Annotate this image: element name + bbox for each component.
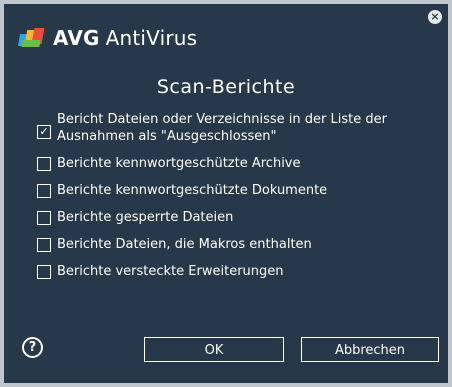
checkbox-report-locked-files[interactable] — [37, 211, 51, 225]
brand-name: AntiVirus — [105, 26, 198, 50]
options-list: ✓ Bericht Dateien oder Verzeichnisse in … — [37, 111, 430, 280]
option-label: Berichte kennwortgeschützte Archive — [57, 156, 301, 171]
app-title: AVG AntiVirus — [53, 26, 197, 50]
option-label: Berichte gesperrte Dateien — [57, 210, 234, 225]
option-report-hidden-extensions[interactable]: Berichte versteckte Erweiterungen — [37, 263, 430, 280]
checkbox-report-password-archives[interactable] — [37, 157, 51, 171]
checkbox-report-password-documents[interactable] — [37, 184, 51, 198]
close-icon[interactable]: × — [428, 10, 442, 24]
checkbox-report-macro-files[interactable] — [37, 238, 51, 252]
ok-button[interactable]: OK — [144, 337, 284, 362]
brand-bold: AVG — [53, 26, 100, 50]
option-report-password-archives[interactable]: Berichte kennwortgeschützte Archive — [37, 155, 430, 172]
option-label: Bericht Dateien oder Verzeichnisse in de… — [57, 112, 387, 144]
option-label: Berichte kennwortgeschützte Dokumente — [57, 183, 328, 198]
dialog-title: Scan-Berichte — [156, 76, 296, 98]
checkbox-report-excluded[interactable]: ✓ — [37, 125, 51, 139]
help-icon[interactable]: ? — [22, 337, 43, 358]
option-report-password-documents[interactable]: Berichte kennwortgeschützte Dokumente — [37, 182, 430, 199]
cancel-button[interactable]: Abbrechen — [301, 337, 439, 362]
option-label: Berichte Dateien, die Makros enthalten — [57, 237, 312, 252]
checkbox-report-hidden-extensions[interactable] — [37, 265, 51, 279]
option-report-locked-files[interactable]: Berichte gesperrte Dateien — [37, 209, 430, 226]
app-header: AVG AntiVirus — [17, 26, 197, 50]
option-label: Berichte versteckte Erweiterungen — [57, 264, 284, 279]
option-report-macro-files[interactable]: Berichte Dateien, die Makros enthalten — [37, 236, 430, 253]
avg-logo-icon — [17, 28, 45, 48]
scan-reports-dialog: AVG AntiVirus × Scan-Berichte ✓ Bericht D… — [0, 0, 452, 387]
option-report-excluded[interactable]: ✓ Bericht Dateien oder Verzeichnisse in … — [37, 111, 430, 145]
